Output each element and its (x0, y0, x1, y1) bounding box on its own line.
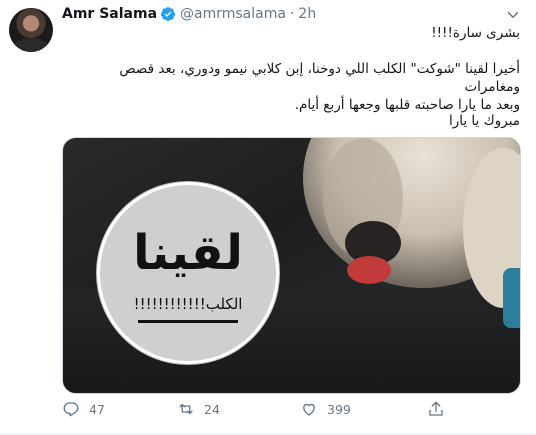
tweet-actions: 47 24 399 (62, 400, 520, 422)
reply-count: 47 (89, 401, 105, 417)
verified-badge-icon (161, 7, 176, 21)
sticker-small-word: الكلب!!!!!!!!!!!! (133, 295, 243, 313)
author-handle[interactable]: @amrmsalama (180, 6, 286, 22)
sticker-underline (138, 320, 238, 323)
sticker-circle: لقينا الكلب!!!!!!!!!!!! (97, 182, 279, 364)
heart-icon (303, 403, 315, 416)
tweet-timestamp[interactable]: 2h (298, 6, 316, 22)
share-icon (429, 401, 443, 416)
tweet-text-paragraph: أخيرا لقينا "شوكت" الكلب اللي دوخنا، إبن… (62, 60, 520, 114)
reply-button[interactable]: 47 (62, 400, 105, 418)
separator-dot: · (289, 6, 295, 22)
retweet-button[interactable]: 24 (177, 400, 220, 418)
like-count: 399 (327, 401, 351, 417)
chevron-down-icon[interactable] (504, 6, 522, 24)
tweet-card[interactable]: Amr Salama @amrmsalama · 2h بشرى سارة!!!… (0, 0, 536, 435)
retweet-icon (179, 403, 193, 415)
avatar[interactable] (9, 8, 53, 52)
author-name[interactable]: Amr Salama (62, 6, 157, 22)
dog-photo-figure (303, 138, 520, 328)
sticker-big-word: لقينا (133, 225, 243, 281)
tweet-photo[interactable]: لقينا الكلب!!!!!!!!!!!! (62, 137, 521, 394)
share-button[interactable] (427, 400, 445, 418)
tweet-text-line: بشرى سارة!!!! (431, 25, 520, 41)
tweet-text-line: مبروك يا يارا (449, 113, 520, 129)
like-button[interactable]: 399 (300, 400, 351, 418)
reply-icon (63, 402, 79, 417)
tweet-header: Amr Salama @amrmsalama · 2h (62, 4, 316, 24)
retweet-count: 24 (204, 401, 220, 417)
tweet-text-line: أخيرا لقينا "شوكت" الكلب اللي دوخنا، إبن… (119, 61, 520, 95)
avatar-figure (13, 38, 49, 52)
